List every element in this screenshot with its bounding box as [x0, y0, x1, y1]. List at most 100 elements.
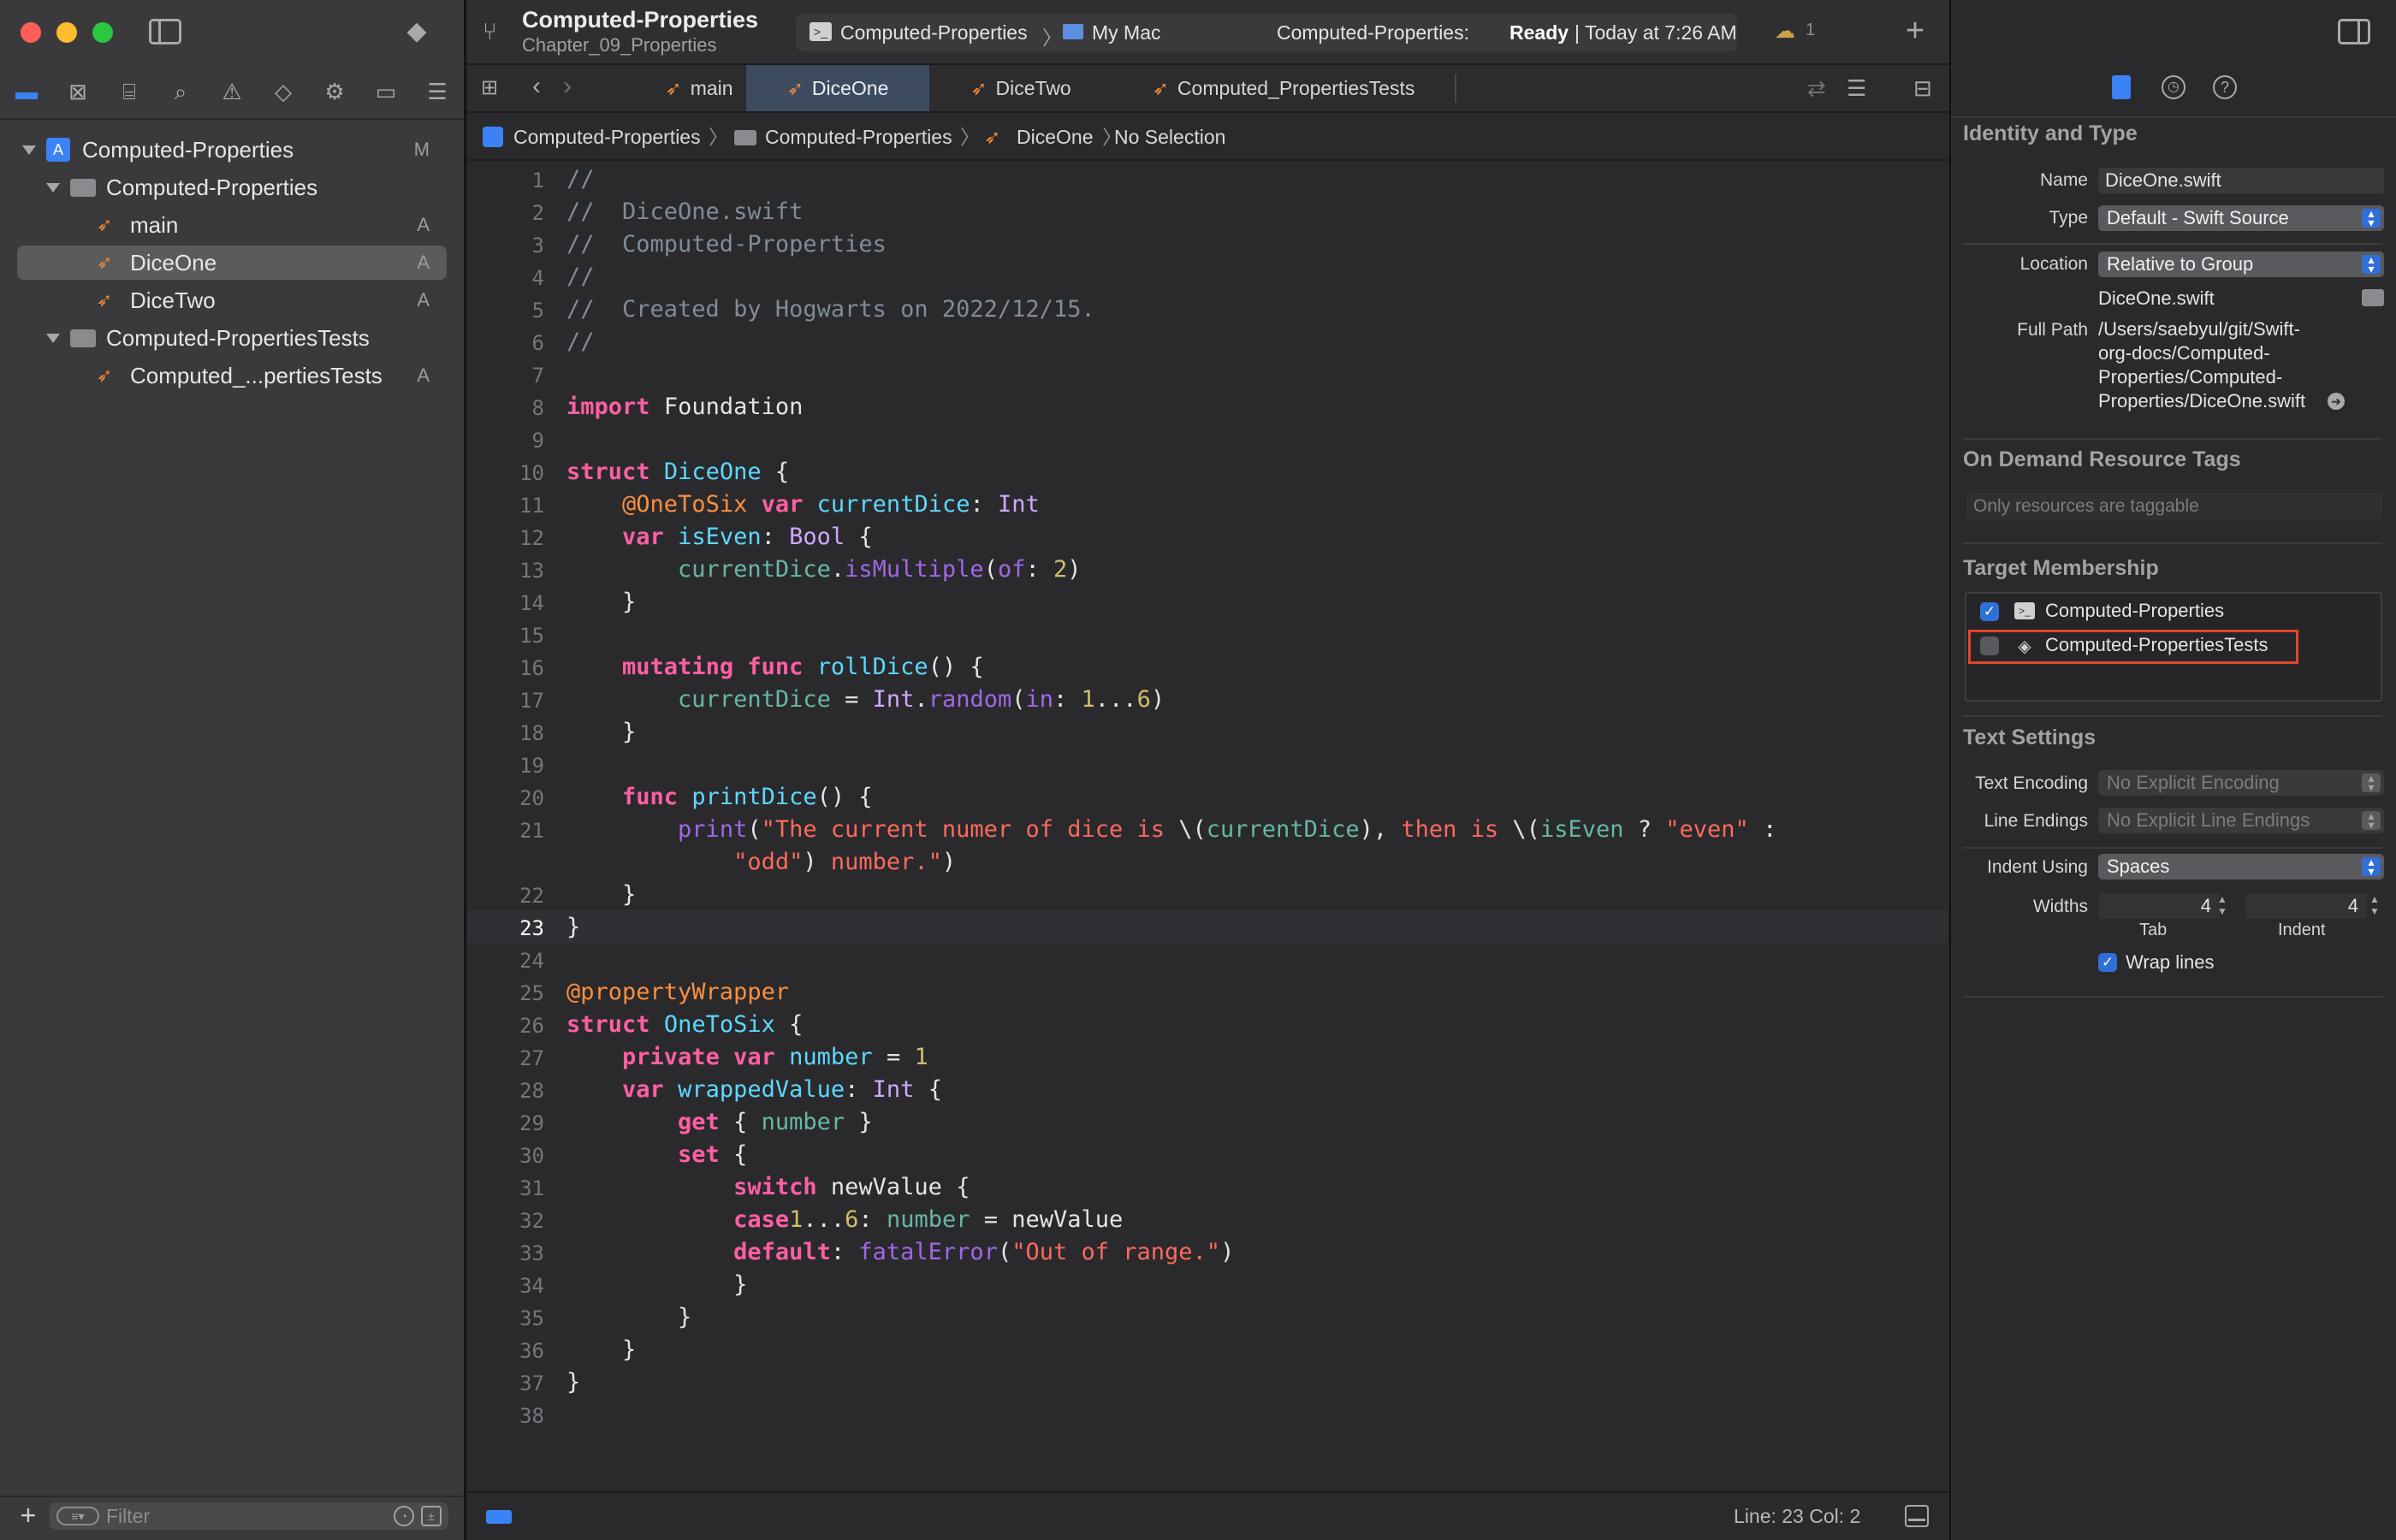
line-number: 7 — [531, 364, 544, 388]
code-line: var isEven: Bool { — [566, 524, 873, 550]
tree-item-project[interactable]: A Computed-Properties M — [17, 133, 447, 167]
current-line-highlight — [467, 910, 1948, 943]
filter-options-icon[interactable]: ≡▾ — [56, 1507, 99, 1525]
code-token: fatalError — [858, 1239, 998, 1265]
debug-icon[interactable]: ⚙ — [322, 79, 347, 104]
inspector-toggle-icon[interactable] — [2338, 19, 2370, 44]
popup-arrows-icon: ▴ ▾ — [2362, 253, 2381, 275]
editor-status-bar: Line: 23 Col: 2 — [467, 1491, 1949, 1540]
editor-options-icon[interactable]: ☰ — [1847, 75, 1866, 102]
name-field[interactable]: DiceOne.swift — [2098, 168, 2384, 193]
tree-item-main[interactable]: ➶ main A — [17, 208, 447, 242]
line-number: 9 — [531, 429, 544, 453]
indent-using-popup[interactable]: Spaces ▴ ▾ — [2098, 854, 2384, 880]
folder-icon[interactable]: ▬ — [14, 79, 39, 104]
branch-icon[interactable]: ⑂ — [483, 17, 507, 46]
filter-field[interactable]: ≡▾ Filter ◔ ± — [50, 1502, 448, 1530]
tree-item-tests-file[interactable]: ➶ Computed_...pertiesTests A — [17, 358, 447, 393]
grid-icon[interactable]: ⊞ — [481, 77, 503, 99]
popup-arrows-icon: ▴ ▾ — [2362, 856, 2381, 877]
scheme-icon: >_ — [810, 22, 832, 41]
tree-item-tests-group[interactable]: Computed-PropertiesTests — [17, 321, 447, 355]
breakpoint-icon[interactable]: ▭ — [373, 79, 399, 104]
target-checkbox-tests[interactable] — [1980, 637, 1999, 655]
tab-main[interactable]: ➶ main — [635, 65, 763, 111]
swift-file-icon: ➶ — [984, 126, 1001, 148]
code-token: of — [997, 556, 1026, 583]
add-library-button[interactable]: + — [1900, 14, 1930, 48]
tab-tests[interactable]: ➶ Computed_PropertiesTests — [1112, 65, 1455, 111]
code-token: . — [914, 686, 928, 713]
breadcrumb-project[interactable]: Computed-Properties — [513, 113, 701, 161]
code-line: // Created by Hogwarts on 2022/12/15. — [566, 296, 1095, 323]
wrap-lines-checkbox[interactable]: ✓ — [2098, 953, 2117, 972]
code-token: { — [928, 1076, 942, 1103]
code-token: isEven — [678, 524, 762, 550]
breadcrumb-file[interactable]: DiceOne — [1017, 113, 1093, 161]
run-button[interactable]: ◆ — [402, 17, 431, 46]
code-line: } — [566, 1369, 580, 1395]
related-items-icon[interactable]: ⇄ — [1807, 75, 1826, 102]
code-token: 1 — [789, 1206, 804, 1233]
tree-item-dicetwo[interactable]: ➶ DiceTwo A — [17, 283, 447, 317]
code-token: ) — [941, 849, 957, 875]
breakpoints-toggle-icon[interactable] — [486, 1510, 512, 1524]
debug-area-toggle-icon[interactable] — [1905, 1505, 1929, 1527]
help-inspector-icon[interactable]: ? — [2213, 75, 2237, 99]
reveal-in-finder-icon[interactable]: ➜ — [2328, 393, 2345, 410]
code-token: // — [566, 264, 595, 290]
close-window-button[interactable] — [21, 22, 41, 43]
location-popup[interactable]: Relative to Group ▴ ▾ — [2098, 252, 2384, 277]
search-icon[interactable]: ⌕ — [168, 79, 193, 104]
back-arrow-icon[interactable]: ‹ — [532, 72, 541, 101]
target-checkbox-app[interactable]: ✓ — [1980, 602, 1999, 621]
sidebar-toggle-icon[interactable] — [149, 19, 181, 44]
code-token: ) — [1220, 1239, 1235, 1265]
split-editor-icon[interactable]: ⊟ — [1913, 75, 1932, 102]
report-icon[interactable]: ☰ — [424, 79, 450, 104]
tab-width-field[interactable]: 4 — [2098, 893, 2220, 919]
code-line: struct DiceOne { — [566, 459, 789, 485]
source-control-icon[interactable]: ⊠ — [65, 79, 91, 104]
line-number: 14 — [519, 591, 544, 615]
add-file-button[interactable]: + — [15, 1502, 41, 1529]
forward-arrow-icon[interactable]: › — [563, 72, 572, 101]
code-token: 6 — [845, 1206, 859, 1233]
line-number: 33 — [519, 1241, 544, 1265]
code-line: set { — [566, 1141, 747, 1168]
recent-files-icon[interactable]: ◔ — [394, 1506, 414, 1526]
minimize-window-button[interactable] — [56, 22, 77, 43]
tab-diceone[interactable]: ➶ DiceOne — [746, 65, 929, 111]
code-token: 2 — [1053, 556, 1068, 583]
folder-icon[interactable] — [2362, 289, 2384, 306]
scm-filter-icon[interactable]: ± — [421, 1506, 442, 1526]
destination-selector[interactable]: My Mac — [1092, 21, 1161, 44]
line-endings-popup[interactable]: No Explicit Line Endings ▴ ▾ — [2098, 808, 2384, 833]
indent-width-field[interactable]: 4 — [2245, 893, 2367, 919]
tree-item-group[interactable]: Computed-Properties — [17, 170, 447, 204]
zoom-window-button[interactable] — [92, 22, 113, 43]
breadcrumb-selection[interactable]: No Selection — [1114, 113, 1225, 161]
file-inspector-icon[interactable] — [2112, 75, 2131, 99]
encoding-popup[interactable]: No Explicit Encoding ▴ ▾ — [2098, 770, 2384, 796]
scheme-selector[interactable]: Computed-Properties — [840, 21, 1028, 44]
test-icon[interactable]: ◇ — [270, 79, 296, 104]
symbol-icon[interactable]: ⌸ — [116, 79, 142, 104]
warning-icon[interactable]: ⚠ — [219, 79, 245, 104]
tree-item-diceone[interactable]: ➶ DiceOne A — [17, 246, 447, 280]
type-popup[interactable]: Default - Swift Source ▴ ▾ — [2098, 205, 2384, 231]
filter-placeholder: Filter — [106, 1505, 151, 1527]
breadcrumb-group[interactable]: Computed-Properties — [765, 113, 952, 161]
code-line: import Foundation — [566, 394, 803, 420]
history-inspector-icon[interactable]: ◷ — [2162, 75, 2185, 99]
indent-width-stepper[interactable]: ▲ ▼ — [2367, 893, 2382, 919]
source-editor[interactable]: 1 2 3 4 5 6 7 8 9 10 11 12 13 14 15 16 1… — [467, 161, 1949, 1491]
project-icon — [483, 127, 503, 147]
warning-cloud-icon[interactable]: ☁ — [1775, 19, 1804, 44]
tab-dicetwo[interactable]: ➶ DiceTwo — [929, 65, 1112, 111]
tab-width-stepper[interactable]: ▲ ▼ — [2215, 893, 2230, 919]
